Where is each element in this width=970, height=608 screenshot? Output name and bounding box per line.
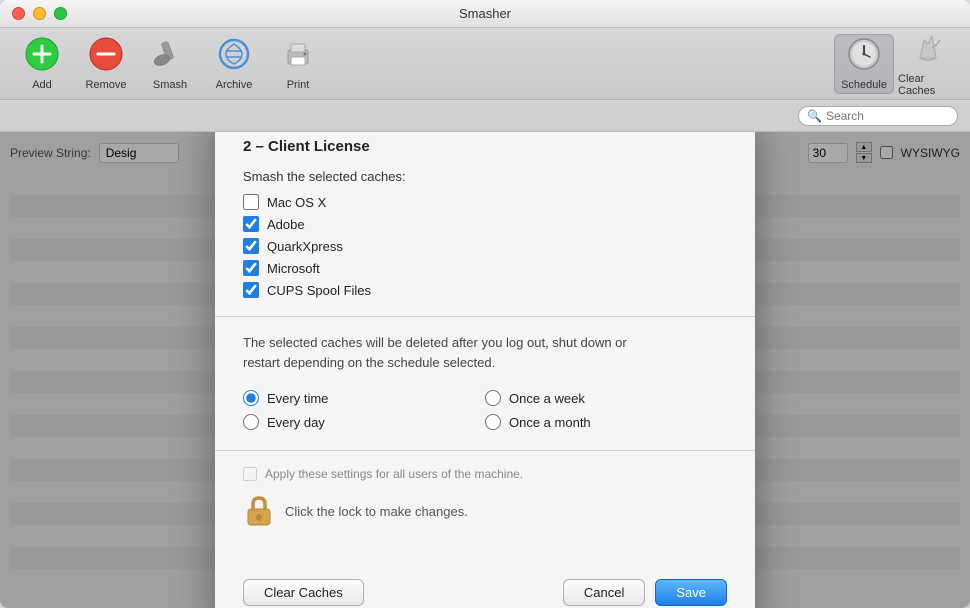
adobe-label: Adobe: [267, 217, 305, 232]
info-text-line2: restart depending on the schedule select…: [243, 355, 495, 370]
lock-row: Click the lock to make changes.: [243, 495, 727, 527]
apply-row: Apply these settings for all users of th…: [243, 467, 727, 481]
every-day-label: Every day: [267, 415, 325, 430]
checkbox-macosx: Mac OS X: [243, 194, 727, 210]
maximize-button[interactable]: [54, 7, 67, 20]
cups-checkbox[interactable]: [243, 282, 259, 298]
modal-dialog: 2 – Client License Smash the selected ca…: [215, 132, 755, 608]
cups-label: CUPS Spool Files: [267, 283, 371, 298]
every-day-radio[interactable]: [243, 414, 259, 430]
modal-divider-2: [215, 450, 755, 451]
remove-label: Remove: [86, 79, 127, 91]
lock-icon: [245, 495, 273, 527]
modal-overlay: 2 – Client License Smash the selected ca…: [0, 132, 970, 608]
smash-icon: [152, 36, 188, 77]
lock-text: Click the lock to make changes.: [285, 504, 468, 519]
content-area: Preview String: ▲ ▼ WYSIWYG: [0, 132, 970, 608]
quarkxpress-checkbox[interactable]: [243, 238, 259, 254]
toolbar-add[interactable]: Add: [12, 34, 72, 94]
checkbox-adobe: Adobe: [243, 216, 727, 232]
checkbox-microsoft: Microsoft: [243, 260, 727, 276]
window-title: Smasher: [459, 6, 511, 21]
add-label: Add: [32, 79, 52, 91]
main-window: Smasher Add Remove: [0, 0, 970, 608]
every-time-label: Every time: [267, 391, 328, 406]
clear-caches-toolbar-label: Clear Caches: [898, 73, 958, 97]
search-input-wrap: 🔍: [798, 106, 958, 126]
search-bar-row: 🔍: [0, 100, 970, 132]
smash-label: Smash: [153, 79, 187, 91]
adobe-checkbox[interactable]: [243, 216, 259, 232]
schedule-label: Schedule: [841, 79, 887, 91]
modal-divider-1: [215, 316, 755, 317]
info-text-line1: The selected caches will be deleted afte…: [243, 335, 627, 350]
once-a-week-label: Once a week: [509, 391, 585, 406]
radio-groups: Every time Once a week Every day On: [243, 390, 727, 430]
toolbar: Add Remove Smash: [0, 28, 970, 100]
footer-left: Clear Caches: [243, 579, 553, 606]
save-button[interactable]: Save: [655, 579, 727, 606]
checkbox-list: Mac OS X Adobe QuarkXpress Microsof: [243, 194, 727, 298]
titlebar: Smasher: [0, 0, 970, 28]
add-icon: [24, 36, 60, 77]
clear-caches-button[interactable]: Clear Caches: [243, 579, 364, 606]
lock-icon-wrap[interactable]: [243, 495, 275, 527]
archive-icon: [216, 36, 252, 77]
macosx-label: Mac OS X: [267, 195, 326, 210]
microsoft-label: Microsoft: [267, 261, 320, 276]
modal-footer: Clear Caches Cancel Save: [215, 567, 755, 608]
remove-icon: [88, 36, 124, 77]
print-label: Print: [287, 79, 310, 91]
toolbar-smash[interactable]: Smash: [140, 34, 200, 94]
clear-caches-icon: [910, 30, 946, 71]
once-a-week-radio[interactable]: [485, 390, 501, 406]
info-text: The selected caches will be deleted afte…: [243, 333, 727, 372]
microsoft-checkbox[interactable]: [243, 260, 259, 276]
toolbar-remove[interactable]: Remove: [76, 34, 136, 94]
modal-title: 2 – Client License: [243, 138, 727, 155]
modal-subtitle: Smash the selected caches:: [243, 169, 727, 184]
apply-all-label: Apply these settings for all users of th…: [265, 467, 523, 481]
toolbar-archive[interactable]: Archive: [204, 34, 264, 94]
quarkxpress-label: QuarkXpress: [267, 239, 343, 254]
modal-content: 2 – Client License Smash the selected ca…: [215, 132, 755, 567]
radio-once-a-week: Once a week: [485, 390, 727, 406]
apply-all-checkbox[interactable]: [243, 467, 257, 481]
search-icon: 🔍: [807, 109, 822, 123]
close-button[interactable]: [12, 7, 25, 20]
minimize-button[interactable]: [33, 7, 46, 20]
checkbox-cups: CUPS Spool Files: [243, 282, 727, 298]
print-icon: [280, 36, 316, 77]
toolbar-schedule[interactable]: Schedule: [834, 34, 894, 94]
toolbar-print[interactable]: Print: [268, 34, 328, 94]
radio-every-time: Every time: [243, 390, 485, 406]
radio-once-a-month: Once a month: [485, 414, 727, 430]
window-controls: [12, 7, 67, 20]
radio-every-day: Every day: [243, 414, 485, 430]
every-time-radio[interactable]: [243, 390, 259, 406]
toolbar-clear-caches[interactable]: Clear Caches: [898, 34, 958, 94]
once-a-month-label: Once a month: [509, 415, 591, 430]
cancel-button[interactable]: Cancel: [563, 579, 645, 606]
schedule-icon: [846, 36, 882, 77]
once-a-month-radio[interactable]: [485, 414, 501, 430]
checkbox-quarkxpress: QuarkXpress: [243, 238, 727, 254]
search-input[interactable]: [826, 109, 946, 123]
macosx-checkbox[interactable]: [243, 194, 259, 210]
archive-label: Archive: [216, 79, 253, 91]
